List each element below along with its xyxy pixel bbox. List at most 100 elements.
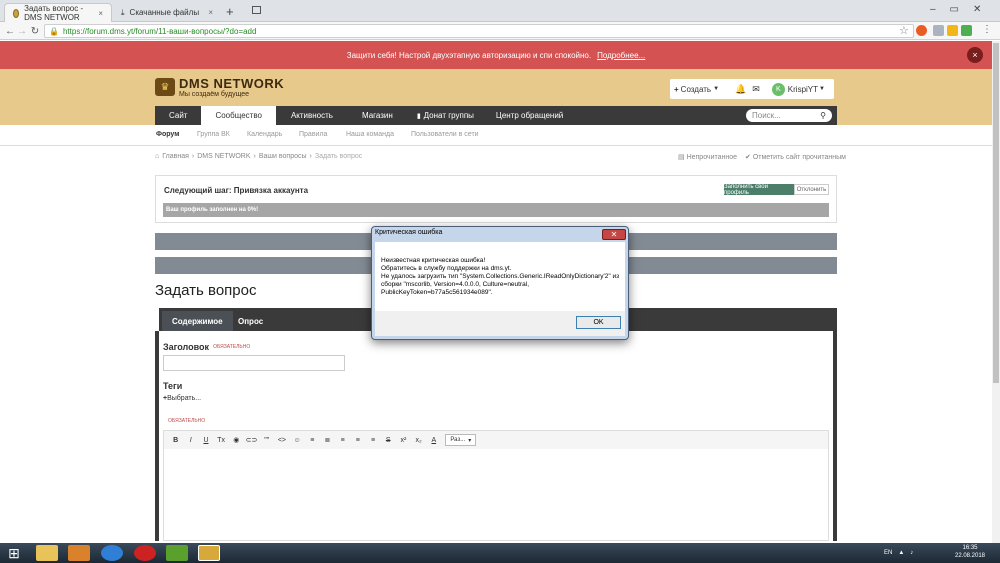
editor-toolbar: B I U Tx ◉ ⊂⊃ "" <> ☺ ≡ ≣ ≡ ≡ ≡ S x² x₂ … xyxy=(164,431,828,449)
search-placeholder: Поиск... xyxy=(752,111,781,120)
text-color-icon[interactable]: A xyxy=(426,433,441,447)
scrollbar-thumb[interactable] xyxy=(993,43,999,383)
lock-icon: 🔒 xyxy=(49,26,59,36)
download-icon: ⤓ xyxy=(121,7,125,17)
opera-icon[interactable] xyxy=(134,545,156,561)
crumb-dms[interactable]: DMS NETWORK xyxy=(197,153,250,160)
extension-green-icon[interactable] xyxy=(961,25,972,36)
unread-icon: ▤ xyxy=(678,154,687,161)
crumb-home[interactable]: Главная xyxy=(162,153,189,160)
close-tab-icon[interactable]: × xyxy=(98,9,103,18)
envelope-icon[interactable]: ✉ xyxy=(752,84,760,95)
tab-community[interactable]: Сообщество xyxy=(201,106,276,125)
media-player-icon[interactable] xyxy=(68,545,90,561)
subnav-calendar[interactable]: Календарь xyxy=(247,131,282,138)
page-title: Задать вопрос xyxy=(155,282,257,299)
subnav-forum[interactable]: Форум xyxy=(156,131,179,138)
spoiler-eye-icon[interactable]: ◉ xyxy=(229,433,244,447)
dialog-message: Неизвестная критическая ошибка! Обратите… xyxy=(381,257,621,297)
crumb-questions[interactable]: Ваши вопросы xyxy=(259,153,307,160)
ok-button[interactable]: OK xyxy=(576,316,621,329)
chrome-dms-icon[interactable] xyxy=(198,545,220,561)
logo-title: DMS NETWORK xyxy=(179,76,285,91)
chevron-down-icon: ▼ xyxy=(713,86,720,92)
forward-icon[interactable]: → xyxy=(15,24,29,38)
tab-donate-label: Донат группы xyxy=(423,111,474,120)
unread-link[interactable]: ▤ Непрочитанное xyxy=(678,153,737,161)
tab-list-icon[interactable] xyxy=(252,6,261,14)
site-logo[interactable]: ♛ DMS NETWORK Мы создаём будущее xyxy=(155,76,284,98)
subnav-vk[interactable]: Группа ВК xyxy=(197,131,230,138)
align-right-icon[interactable]: ≡ xyxy=(365,433,380,447)
create-button[interactable]: Создать xyxy=(681,85,711,94)
notice-more-link[interactable]: Подробнее... xyxy=(597,51,645,60)
address-bar[interactable]: 🔒 https://forum.dms.yt/forum/11-ваши-воп… xyxy=(44,24,914,38)
close-tab-icon[interactable]: × xyxy=(208,8,213,17)
subnav-online[interactable]: Пользователи в сети xyxy=(411,131,479,138)
emoji-icon[interactable]: ☺ xyxy=(290,433,305,447)
numbered-list-icon[interactable]: ≣ xyxy=(320,433,335,447)
search-icon[interactable]: ⚲ xyxy=(820,111,826,120)
tab-shop[interactable]: Магазин xyxy=(348,106,407,125)
align-left-icon[interactable]: ≡ xyxy=(335,433,350,447)
main-nav: Сайт Сообщество Активность Магазин ▮ Дон… xyxy=(155,106,837,125)
user-toolbar: + Создать ▼ 🔔 ✉ K KrispiYT ▼ xyxy=(670,79,834,99)
bookmark-star-icon[interactable]: ☆ xyxy=(899,24,909,37)
italic-icon[interactable]: I xyxy=(183,433,198,447)
reload-icon[interactable]: ↻ xyxy=(28,24,42,38)
window-controls[interactable]: –▭✕ xyxy=(930,4,995,15)
app-a-icon[interactable] xyxy=(166,545,188,561)
tab-donate[interactable]: ▮ Донат группы xyxy=(407,106,484,125)
align-center-icon[interactable]: ≡ xyxy=(350,433,365,447)
tab-poll[interactable]: Опрос xyxy=(228,311,273,331)
extension-yellow-icon[interactable] xyxy=(947,25,958,36)
bold-icon[interactable]: B xyxy=(168,433,183,447)
language-indicator[interactable]: EN xyxy=(884,550,892,556)
tab-support[interactable]: Центр обращений xyxy=(484,106,575,125)
home-icon: ⌂ xyxy=(155,153,160,160)
tab-content[interactable]: Содержимое xyxy=(162,311,233,331)
code-icon[interactable]: <> xyxy=(274,433,289,447)
volume-icon[interactable]: ♪ xyxy=(910,550,913,556)
bell-icon[interactable]: 🔔 xyxy=(735,84,746,95)
tab-zadat-vopros[interactable]: Задать вопрос - DMS NETWOR × xyxy=(4,3,112,22)
new-tab-button[interactable]: + xyxy=(226,4,234,19)
start-button-icon[interactable]: ⊞ xyxy=(2,543,26,563)
lock-icon: ▮ xyxy=(416,112,421,120)
subnav-rules[interactable]: Правила xyxy=(299,131,327,138)
notice-close-button[interactable]: × xyxy=(967,47,983,63)
clear-format-icon[interactable]: Tx xyxy=(214,433,229,447)
link-icon[interactable]: ⊂⊃ xyxy=(244,433,259,447)
clock[interactable]: 16:35 22.08.2018 xyxy=(950,544,990,560)
tab-activity[interactable]: Активность xyxy=(276,106,348,125)
extension-fox-icon[interactable] xyxy=(916,25,927,36)
create-plus-icon: + xyxy=(674,84,679,94)
bullet-list-icon[interactable]: ≡ xyxy=(305,433,320,447)
subnav-team[interactable]: Наша команда xyxy=(346,131,394,138)
username[interactable]: KrispiYT xyxy=(788,85,818,94)
chrome-menu-icon[interactable]: ⋮ xyxy=(982,24,992,35)
underline-icon[interactable]: U xyxy=(198,433,213,447)
breadcrumb: ⌂ Главная › DMS NETWORK › Ваши вопросы › За… xyxy=(155,153,363,160)
extension-gray-icon[interactable] xyxy=(933,25,944,36)
tab-site[interactable]: Сайт xyxy=(155,106,201,125)
tags-select-button[interactable]: +Выбрать... xyxy=(163,395,201,402)
network-icon[interactable]: ▲ xyxy=(898,550,904,556)
avatar[interactable]: K xyxy=(771,82,785,96)
dismiss-button[interactable]: Отклонить xyxy=(794,184,829,195)
quote-icon[interactable]: "" xyxy=(259,433,274,447)
url-text: https://forum.dms.yt/forum/11-ваши-вопро… xyxy=(62,26,257,36)
strikethrough-icon[interactable]: S xyxy=(381,433,396,447)
explorer-icon[interactable] xyxy=(36,545,58,561)
superscript-icon[interactable]: x² xyxy=(396,433,411,447)
font-size-select[interactable]: Раз... ▾ xyxy=(445,434,477,446)
fill-profile-button[interactable]: Заполнить свой профиль xyxy=(724,184,794,196)
internet-explorer-icon[interactable] xyxy=(101,545,123,561)
title-input[interactable] xyxy=(163,355,345,371)
subscript-icon[interactable]: x₂ xyxy=(411,433,426,447)
mark-read-link[interactable]: ✔ Отметить сайт прочитанным xyxy=(745,153,846,161)
check-icon: ✔ xyxy=(745,154,753,161)
dialog-close-button[interactable]: ✕ xyxy=(602,229,626,240)
search-input[interactable]: Поиск... ⚲ xyxy=(746,109,832,122)
tab-downloads[interactable]: ⤓ Скачанные файлы × xyxy=(113,3,221,22)
